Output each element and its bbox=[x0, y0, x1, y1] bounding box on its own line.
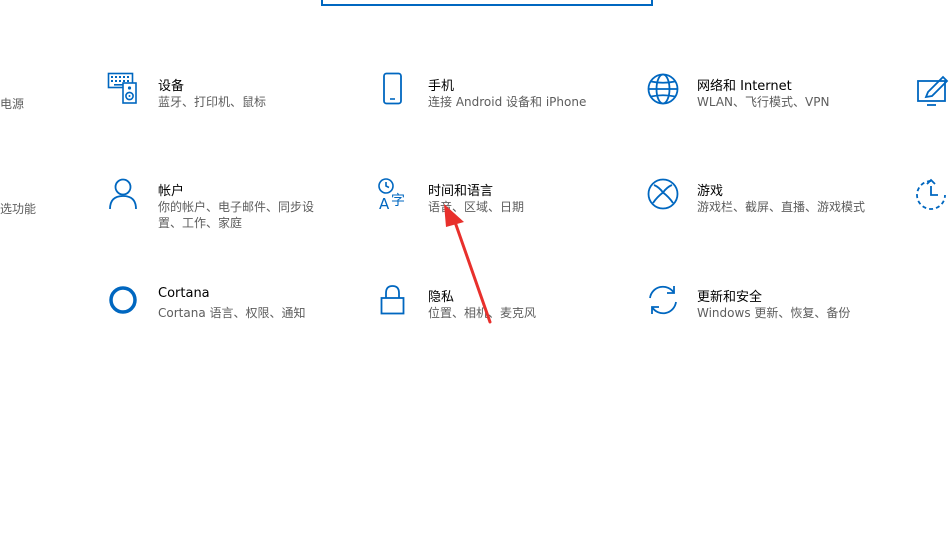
annotation-arrow bbox=[444, 204, 492, 324]
